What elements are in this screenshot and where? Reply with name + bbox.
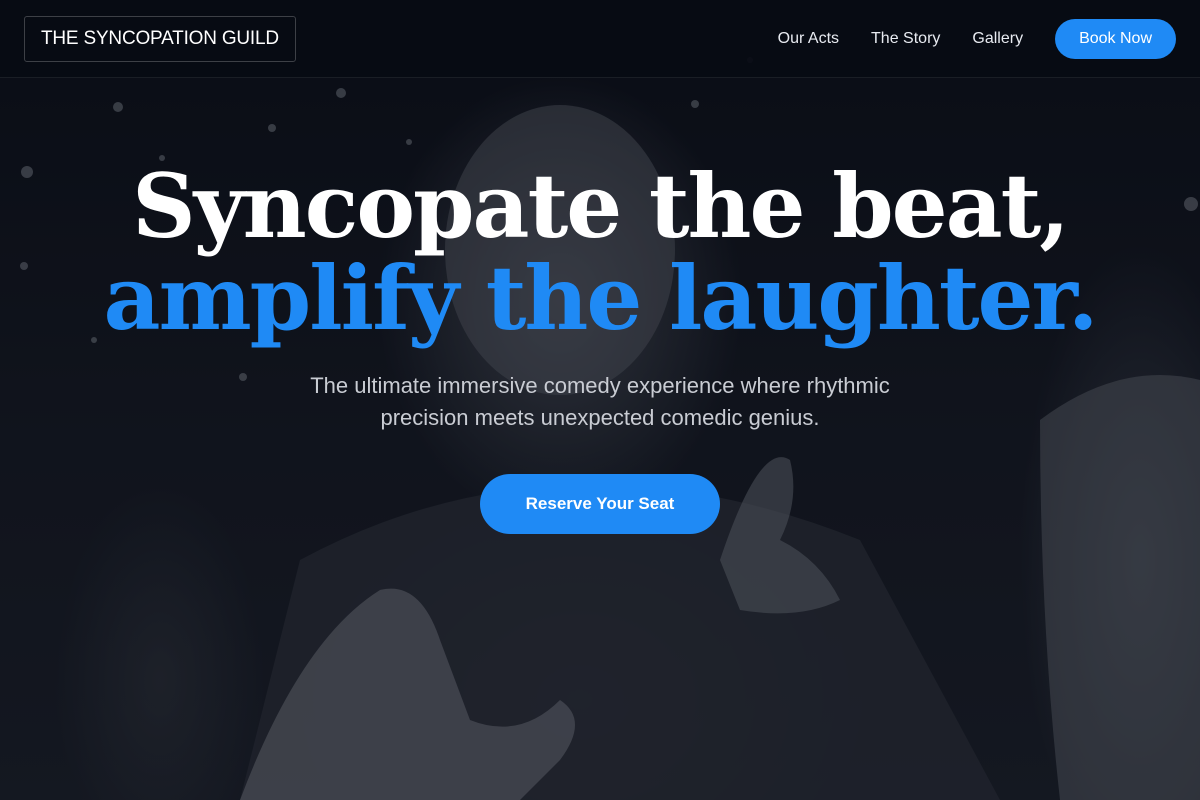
hero-headline-line1: Syncopate the beat, [132, 154, 1070, 258]
hero-subtitle: The ultimate immersive comedy experience… [310, 373, 890, 430]
site-header: THE SYNCOPATION GUILD Our Acts The Story… [0, 0, 1200, 78]
hero-headline: Syncopate the beat, amplify the laughter… [0, 160, 1200, 344]
hero-headline-line2: amplify the laughter. [103, 246, 1099, 350]
brand-logo[interactable]: THE SYNCOPATION GUILD [24, 16, 296, 62]
nav-link-our-acts[interactable]: Our Acts [778, 30, 839, 48]
nav-link-gallery[interactable]: Gallery [972, 30, 1023, 48]
nav-link-the-story[interactable]: The Story [871, 30, 940, 48]
reserve-seat-button[interactable]: Reserve Your Seat [480, 474, 720, 534]
hero-section: Syncopate the beat, amplify the laughter… [0, 160, 1200, 534]
book-now-button[interactable]: Book Now [1055, 19, 1176, 59]
page: THE SYNCOPATION GUILD Our Acts The Story… [0, 0, 1200, 800]
main-nav: Our Acts The Story Gallery Book Now [778, 18, 1176, 60]
